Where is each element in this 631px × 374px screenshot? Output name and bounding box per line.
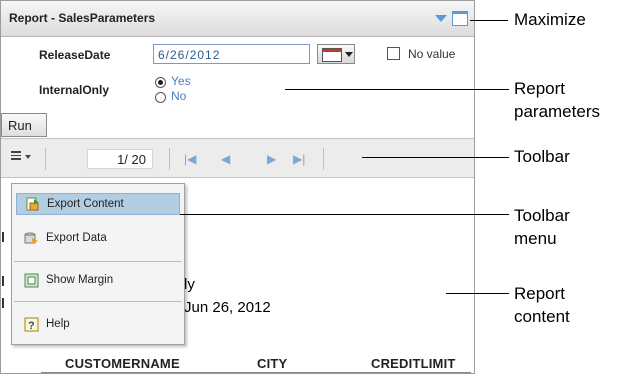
- internal-only-label: InternalOnly: [39, 83, 110, 97]
- toolbar-menu-icon[interactable]: [11, 151, 23, 161]
- callout-toolbar: Toolbar: [514, 147, 570, 166]
- calendar-icon: [322, 48, 342, 62]
- dropdown-arrow-icon: [345, 52, 353, 57]
- callout-report-content-line2: content: [514, 307, 570, 326]
- callout-toolbar-menu-line1: Toolbar: [514, 206, 570, 225]
- menu-item-help[interactable]: ? Help: [16, 314, 180, 336]
- no-radio-label: No: [171, 89, 187, 103]
- callout-line-maximize: [470, 20, 508, 21]
- collapse-arrow-icon[interactable]: [435, 15, 447, 22]
- report-date-text: Jun 26, 2012: [184, 299, 271, 316]
- callout-toolbar-menu-line2: menu: [514, 229, 557, 248]
- menu-item-label: Help: [46, 318, 70, 330]
- svg-text:?: ?: [28, 320, 35, 332]
- show-margin-icon: [24, 273, 39, 288]
- report-panel: Report - SalesParameters ReleaseDate 6/2…: [0, 0, 475, 374]
- no-value-checkbox[interactable]: [387, 47, 400, 60]
- column-header-customername: CUSTOMERNAME: [65, 356, 180, 371]
- export-data-icon: [24, 232, 38, 244]
- toolbar: 1/ 20 |◀ ◀ ▶ ▶|: [1, 138, 474, 178]
- next-page-icon[interactable]: ▶: [267, 152, 276, 166]
- callout-line-toolbar-menu: [180, 214, 509, 215]
- callout-line-report-content: [446, 293, 509, 294]
- menu-item-label: Export Data: [46, 232, 107, 244]
- menu-separator: [14, 301, 182, 302]
- help-icon: ?: [24, 317, 39, 332]
- menu-item-label: Export Content: [47, 198, 124, 210]
- toolbar-separator: [45, 148, 46, 170]
- toolbar-separator: [169, 148, 170, 170]
- page-indicator[interactable]: 1/ 20: [87, 149, 153, 169]
- no-value-label: No value: [408, 47, 456, 61]
- callout-maximize: Maximize: [514, 10, 586, 29]
- callout-report-parameters-line2: parameters: [514, 102, 600, 121]
- report-fragment: [2, 276, 4, 286]
- column-header-city: CITY: [257, 356, 288, 371]
- release-date-label: ReleaseDate: [39, 48, 111, 62]
- no-radio[interactable]: [155, 92, 166, 103]
- menu-separator: [14, 261, 182, 262]
- export-content-icon: [26, 197, 39, 211]
- menu-item-show-margin[interactable]: Show Margin: [16, 270, 180, 292]
- yes-radio[interactable]: [155, 77, 166, 88]
- title-bar: Report - SalesParameters: [1, 1, 474, 37]
- callout-report-parameters-line1: Report: [514, 79, 566, 98]
- column-header-divider: [41, 372, 471, 373]
- first-page-icon[interactable]: |◀: [184, 152, 196, 166]
- callout-line-report-parameters: [285, 89, 509, 90]
- menu-item-export-content[interactable]: Export Content: [16, 193, 180, 215]
- menu-item-label: Show Margin: [46, 274, 114, 286]
- release-date-input[interactable]: 6/26/2012: [153, 44, 310, 64]
- maximize-icon[interactable]: [452, 11, 468, 26]
- column-header-creditlimit: CREDITLIMIT: [371, 356, 456, 371]
- report-fragment: [2, 298, 4, 308]
- previous-page-icon[interactable]: ◀: [221, 152, 230, 166]
- run-button[interactable]: Run: [1, 113, 47, 137]
- toolbar-menu-arrow-icon[interactable]: [25, 155, 31, 159]
- report-text-line: ly: [184, 276, 195, 293]
- toolbar-menu: Export Content Export Data Show Margin ?: [11, 183, 185, 345]
- yes-radio-label: Yes: [171, 74, 191, 88]
- callout-report-content-line1: Report: [514, 284, 566, 303]
- last-page-icon[interactable]: ▶|: [293, 152, 305, 166]
- report-fragment: [2, 232, 4, 242]
- calendar-button[interactable]: [317, 44, 355, 64]
- report-title: Report - SalesParameters: [9, 11, 156, 25]
- callout-line-toolbar: [362, 157, 509, 158]
- menu-item-export-data[interactable]: Export Data: [16, 228, 180, 250]
- toolbar-separator: [323, 148, 324, 170]
